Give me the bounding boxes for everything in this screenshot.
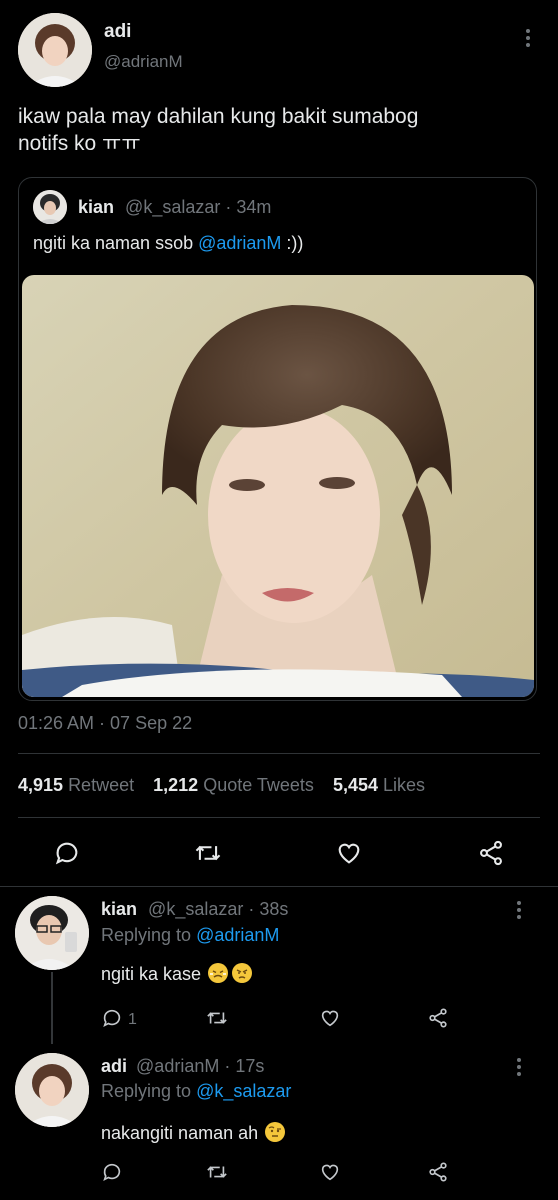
likes-stat[interactable]: 5,454 Likes [333,775,425,795]
likes-label: Likes [383,775,426,795]
replying-to: Replying to @k_salazar [101,1081,291,1102]
reply-header: adi @adrianM · 17s [101,1056,264,1077]
reply-text-body: ngiti ka kase [101,964,207,984]
raised-eyebrow-face-emoji [265,1122,286,1142]
more-icon[interactable] [516,901,522,922]
tweet-text-line: notifs ko ㅠㅠ [18,132,141,155]
thread-connector [51,972,53,1044]
reply-author-avatar[interactable] [15,896,89,970]
tweet-text-line: ikaw pala may dahilan kung bakit sumabog [18,105,419,128]
quoted-display-name: kian [78,197,115,217]
replying-label: Replying to [101,1081,197,1101]
reply-text: nakangiti naman ah [101,1122,286,1144]
quoted-handle: @k_salazar [125,197,221,217]
retweet-icon[interactable] [193,839,223,867]
reply-header: kian @k_salazar · 38s [101,899,288,920]
quoted-media-image[interactable] [22,275,534,697]
quoted-text-end: :)) [281,233,304,253]
divider [0,886,558,887]
quotes-label: Quote Tweets [203,775,314,795]
quotes-count: 1,212 [153,775,199,795]
angry-face-emoji [232,963,253,983]
share-icon[interactable] [476,839,506,867]
reply-display-name[interactable]: adi [101,1056,127,1076]
share-icon[interactable] [426,1007,450,1029]
reply-display-name[interactable]: kian [101,899,137,919]
reply-author-avatar[interactable] [15,1053,89,1127]
reply-handle[interactable]: @k_salazar [148,899,243,919]
retweets-stat[interactable]: 4,915 Retweet [18,775,139,795]
replying-to-link[interactable]: @k_salazar [196,1081,291,1101]
author-display-name[interactable]: adi [104,21,131,43]
divider [18,753,540,754]
quoted-text: ngiti ka naman ssob [33,233,199,253]
reply-text-body: nakangiti naman ah [101,1123,264,1143]
tweet-text: ikaw pala may dahilan kung bakit sumabog… [18,103,418,157]
reply-handle[interactable]: @adrianM [136,1056,219,1076]
reply-count: 1 [128,1011,137,1028]
like-icon[interactable] [318,1161,342,1183]
tweet-stats: 4,915 Retweet 1,212 Quote Tweets 5,454 L… [18,775,425,796]
likes-count: 5,454 [332,775,378,795]
author-avatar[interactable] [18,13,92,87]
reply-icon[interactable] [101,1161,123,1183]
quoted-author-avatar [33,190,67,224]
divider [18,817,540,818]
tweet-timestamp[interactable]: 01:26 AM · 07 Sep 22 [18,713,192,734]
reply-time: · 17s [224,1056,265,1076]
retweets-label: Retweet [68,775,135,795]
like-icon[interactable] [318,1007,342,1029]
quoted-time: · 34m [225,197,272,217]
reply-text: ngiti ka kase [101,963,253,985]
share-icon[interactable] [426,1161,450,1183]
retweets-count: 4,915 [18,775,64,795]
author-handle[interactable]: @adrianM [104,52,183,72]
quoted-mention-link[interactable]: @adrianM [198,233,281,253]
more-icon[interactable] [525,29,531,50]
reply-icon[interactable] [53,839,81,867]
persevering-face-emoji [208,963,229,983]
retweet-icon[interactable] [205,1161,229,1183]
replying-to-link[interactable]: @adrianM [196,925,279,945]
like-icon[interactable] [334,839,364,867]
replying-label: Replying to [101,925,197,945]
quoted-tweet-header: kian @k_salazar · 34m [78,197,271,218]
reply-time: · 38s [248,899,289,919]
replying-to: Replying to @adrianM [101,925,279,946]
more-icon[interactable] [516,1058,522,1079]
quotes-stat[interactable]: 1,212 Quote Tweets [153,775,319,795]
reply-icon[interactable] [101,1007,123,1029]
retweet-icon[interactable] [205,1007,229,1029]
quoted-tweet-text: ngiti ka naman ssob @adrianM :)) [33,233,303,254]
